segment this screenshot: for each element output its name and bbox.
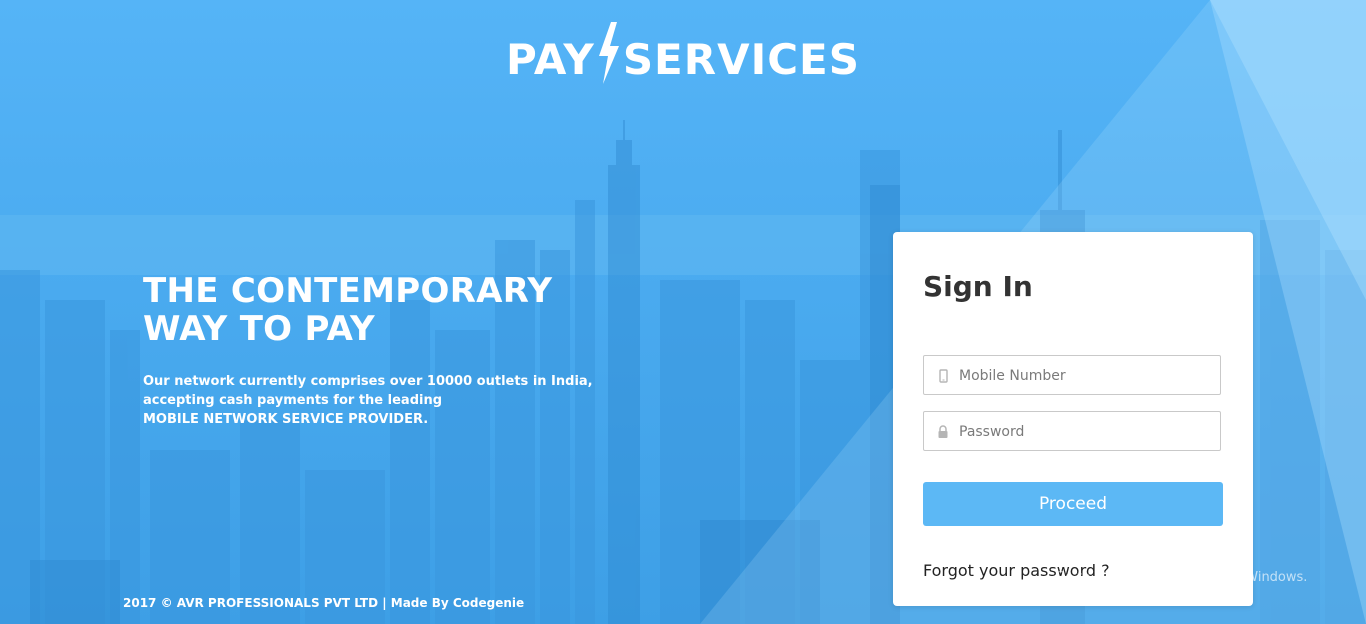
hero-heading: THE CONTEMPORARY WAY TO PAY: [143, 272, 593, 348]
hero-description-line2: accepting cash payments for the leading: [143, 393, 443, 408]
watermark-subtitle: Go to PC settings to activate Windows.: [1055, 570, 1308, 585]
signin-title: Sign In: [923, 270, 1033, 303]
watermark-title: Activate Windows: [1055, 545, 1215, 566]
lock-icon: [936, 424, 950, 438]
mobile-number-field: [923, 355, 1221, 396]
brand-logo-left: PAY: [505, 35, 595, 84]
footer-copyright: 2017 © AVR PROFESSIONALS PVT LTD | Made …: [123, 596, 525, 610]
lightning-bolt-icon: [597, 22, 621, 96]
password-field: [923, 411, 1221, 452]
hero-heading-line1: THE CONTEMPORARY: [143, 271, 553, 311]
mobile-phone-icon: [936, 368, 950, 383]
hero-description-line1: Our network currently comprises over 100…: [143, 374, 593, 389]
mobile-number-input[interactable]: [957, 356, 1216, 396]
hero-description-line3: MOBILE NETWORK SERVICE PROVIDER.: [143, 412, 429, 427]
activate-windows-watermark: Activate Windows Go to PC settings to ac…: [1055, 545, 1307, 585]
hero-description: Our network currently comprises over 100…: [143, 372, 603, 429]
password-input[interactable]: [957, 412, 1216, 452]
brand-logo: PAY SERVICES: [0, 22, 1366, 96]
proceed-button[interactable]: Proceed: [923, 482, 1223, 526]
brand-logo-right: SERVICES: [622, 35, 860, 84]
hero-heading-line2: WAY TO PAY: [143, 309, 375, 349]
